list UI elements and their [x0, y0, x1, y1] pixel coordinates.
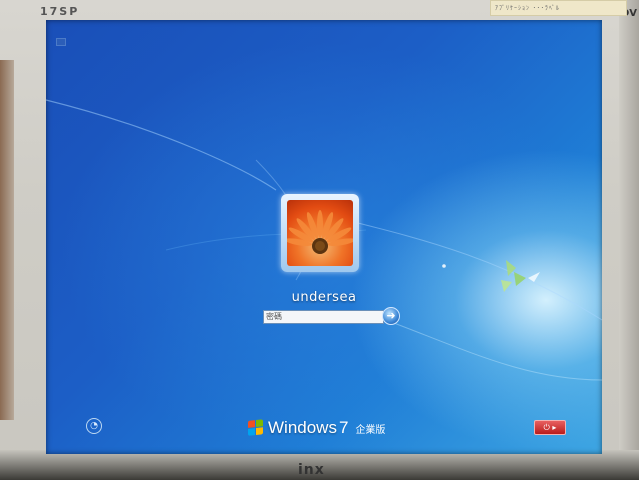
shutdown-button[interactable]: ⏻ ▸: [534, 420, 566, 435]
monitor-brand-label: inx: [298, 462, 325, 478]
windows-edition: 企業版: [355, 424, 386, 436]
windows-version: 7: [338, 418, 349, 437]
power-icon: ⏻: [543, 423, 550, 432]
monitor-model-label: 17SP: [40, 5, 80, 18]
monitor-side-shadow: [0, 60, 14, 420]
arrow-right-icon: ➜: [386, 309, 396, 322]
password-input[interactable]: 密碼: [263, 310, 384, 324]
ease-of-access-icon: ◔: [90, 421, 98, 431]
flower-picture-icon: [287, 210, 353, 254]
windows-wordmark: Windows: [268, 418, 337, 437]
screen-corner-icon: [56, 38, 66, 46]
username-label: undersea: [291, 290, 357, 305]
shutdown-options-arrow[interactable]: ▸: [552, 423, 556, 432]
monitor-right-edge: [619, 0, 639, 480]
login-screen: undersea 密碼 ➜ ◔ Windows 7 企業版 ⏻ ▸: [46, 20, 602, 454]
user-avatar-frame[interactable]: [281, 194, 359, 272]
windows-logo: Windows 7 企業版: [248, 418, 385, 438]
ease-of-access-button[interactable]: ◔: [86, 418, 102, 434]
monitor-sticker: ｱﾌﾞﾘｹｰｼｮﾝ ･･･ﾗﾍﾞﾙ: [490, 0, 627, 16]
windows-flag-icon: [248, 419, 264, 437]
login-submit-button[interactable]: ➜: [382, 307, 400, 325]
user-avatar: [287, 200, 353, 266]
sticker-text: ｱﾌﾞﾘｹｰｼｮﾝ ･･･ﾗﾍﾞﾙ: [495, 5, 560, 12]
